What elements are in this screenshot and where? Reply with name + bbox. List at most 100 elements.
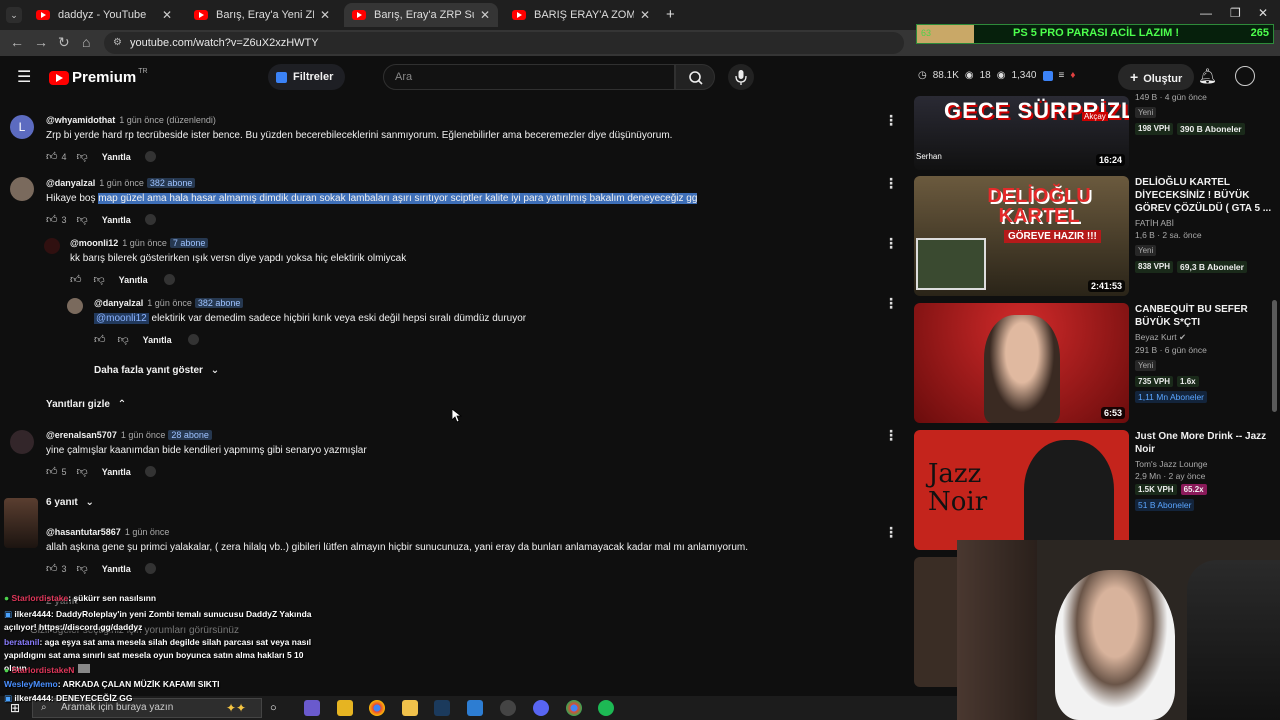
avatar[interactable] (10, 430, 34, 454)
avatar[interactable] (1235, 66, 1255, 86)
more-options-icon[interactable]: ⋮ (884, 524, 898, 541)
menu-icon[interactable]: ☰ (17, 67, 31, 87)
heart-icon[interactable] (144, 466, 156, 477)
search-input[interactable]: Ara (383, 64, 675, 90)
related-video[interactable]: DELİOĞLU KARTEL GÖREVE HAZIR !!! 2:41:53… (914, 176, 1279, 300)
forward-icon[interactable]: → (34, 34, 48, 50)
voice-search-button[interactable] (728, 64, 754, 90)
back-icon[interactable]: ← (10, 34, 24, 50)
close-icon[interactable]: ✕ (320, 8, 330, 22)
tab-video-2[interactable]: Barış, Eray'a ZRP Sunucusunun✕ (344, 3, 498, 27)
reply-button[interactable]: Yanıtla (102, 564, 131, 574)
close-icon[interactable]: ✕ (162, 8, 172, 22)
more-replies-button[interactable]: Daha fazla yanıt göster ⌄ (94, 365, 219, 376)
chrome-icon[interactable] (369, 700, 385, 716)
heart-icon[interactable] (187, 334, 199, 345)
dislike-icon[interactable]: 👎︎ (77, 150, 88, 163)
avatar[interactable]: L (10, 115, 34, 139)
reply-button[interactable]: Yanıtla (102, 215, 131, 225)
related-video[interactable]: 6:53 CANBEQUİT BU SEFER BÜYÜK S*ÇTI Beya… (914, 303, 1279, 427)
home-icon[interactable]: ⌂ (82, 34, 90, 50)
download-icon[interactable] (467, 700, 483, 716)
sparkle-icon[interactable]: ✦✦ (226, 700, 246, 716)
like-icon[interactable]: 👍︎ (46, 150, 58, 163)
reply-button[interactable]: Yanıtla (119, 275, 148, 285)
site-info-icon[interactable]: ⚙ (113, 32, 122, 54)
list-icon[interactable]: ≡ (1059, 70, 1065, 81)
video-info: DELİOĞLU KARTEL DİYECEKSİNİZ ! BÜYÜK GÖR… (1135, 177, 1272, 273)
dislike-icon[interactable]: 👎︎ (118, 333, 129, 346)
dislike-icon[interactable]: 👎︎ (77, 213, 88, 226)
video-thumbnail[interactable]: GECE SÜRPRİZLERİ Akçay Serhan 16:24 (914, 96, 1129, 170)
dislike-icon[interactable]: 👎︎ (77, 465, 88, 478)
extension-icon[interactable] (1042, 70, 1053, 81)
speed-icon[interactable] (500, 700, 516, 716)
bulb-icon[interactable]: ♦ (1070, 70, 1075, 81)
chrome-active-icon[interactable] (566, 700, 582, 716)
reply-button[interactable]: Yanıtla (143, 335, 172, 345)
avatar[interactable] (44, 238, 60, 254)
sidebar-scrollbar[interactable] (1272, 300, 1277, 412)
video-info: 149 B · 4 gün önce Yeni 198 VPH 390 B Abo… (1135, 92, 1275, 135)
like-icon[interactable]: 👍︎ (46, 465, 58, 478)
chat-dot-icon: ● (4, 665, 10, 675)
steam-icon[interactable] (434, 700, 450, 716)
search-button[interactable] (675, 64, 715, 90)
heart-icon[interactable] (163, 274, 175, 285)
tab-video-1[interactable]: Barış, Eray'a Yeni ZRP Sunucusu✕ (186, 3, 338, 27)
tab-daddyz[interactable]: daddyz - YouTube ✕ (28, 3, 180, 27)
calculator-icon[interactable] (337, 700, 353, 716)
like-icon[interactable]: 👍︎ (46, 562, 58, 575)
comment-text: allah aşkına gene şu primci yalakalar, (… (46, 542, 749, 553)
video-thumbnail[interactable]: DELİOĞLU KARTEL GÖREVE HAZIR !!! 2:41:53 (914, 176, 1129, 296)
new-tab-icon[interactable]: + (666, 6, 675, 23)
window-close-icon[interactable]: ✕ (1258, 6, 1268, 20)
heart-icon[interactable] (144, 151, 156, 162)
related-video[interactable]: GECE SÜRPRİZLERİ Akçay Serhan 16:24 149 … (914, 92, 1279, 170)
close-icon[interactable]: ✕ (640, 8, 650, 22)
task-view-icon[interactable]: ○ (270, 700, 286, 716)
channel-name[interactable]: Beyaz Kurt ✔ (1135, 332, 1275, 343)
heart-icon[interactable] (144, 214, 156, 225)
close-icon[interactable]: ✕ (480, 8, 490, 22)
dislike-icon[interactable]: 👎︎ (77, 562, 88, 575)
mouse-cursor-icon (452, 409, 462, 423)
tab-list-button[interactable]: ⌄ (6, 7, 22, 23)
folder-icon[interactable] (402, 700, 418, 716)
thumbnail-figure (1024, 440, 1114, 550)
more-options-icon[interactable]: ⋮ (884, 235, 898, 252)
youtube-premium-logo[interactable]: Premium TR (49, 68, 148, 86)
app-icon[interactable] (304, 700, 320, 716)
more-options-icon[interactable]: ⋮ (884, 175, 898, 192)
more-options-icon[interactable]: ⋮ (884, 295, 898, 312)
reply-button[interactable]: Yanıtla (102, 152, 131, 162)
dislike-icon[interactable]: 👎︎ (94, 273, 105, 286)
like-icon[interactable]: 👍︎ (94, 333, 106, 346)
more-options-icon[interactable]: ⋮ (884, 112, 898, 129)
reply-button[interactable]: Yanıtla (102, 467, 131, 477)
filter-button[interactable]: Filtreler (268, 64, 346, 90)
like-icon[interactable]: 👍︎ (46, 213, 58, 226)
video-thumbnail[interactable]: Jazz Noir (914, 430, 1129, 550)
discord-icon[interactable] (533, 700, 549, 716)
related-video[interactable]: Jazz Noir Just One More Drink -- Jazz No… (914, 430, 1279, 554)
tab-video-3[interactable]: BARIŞ ERAY'A ZOMBİ RP SUNU✕ (504, 3, 658, 27)
minimize-icon[interactable]: — (1200, 6, 1212, 20)
address-field[interactable]: ⚙ youtube.com/watch?v=Z6uX2xzHWTY (104, 32, 904, 54)
more-options-icon[interactable]: ⋮ (884, 427, 898, 444)
video-thumbnail[interactable]: 6:53 (914, 303, 1129, 423)
heart-icon[interactable] (144, 563, 156, 574)
avatar[interactable] (67, 298, 83, 314)
six-replies-button[interactable]: 6 yanıt ⌄ (46, 497, 94, 508)
avatar[interactable] (10, 177, 34, 201)
create-button[interactable]: + Oluştur (1118, 64, 1195, 90)
mention-link[interactable]: @moonli12 (94, 313, 149, 324)
spotify-icon[interactable] (598, 700, 614, 716)
like-icon[interactable]: 👍︎ (70, 273, 82, 286)
reload-icon[interactable]: ↻ (58, 34, 70, 51)
avatar[interactable] (4, 498, 38, 548)
hide-replies-button[interactable]: Yanıtları gizle ⌃ (46, 399, 126, 410)
video-thumbnail[interactable] (914, 557, 957, 687)
restore-icon[interactable]: ❐ (1230, 6, 1241, 20)
notifications-icon[interactable]: 🔔︎ (1198, 67, 1217, 85)
